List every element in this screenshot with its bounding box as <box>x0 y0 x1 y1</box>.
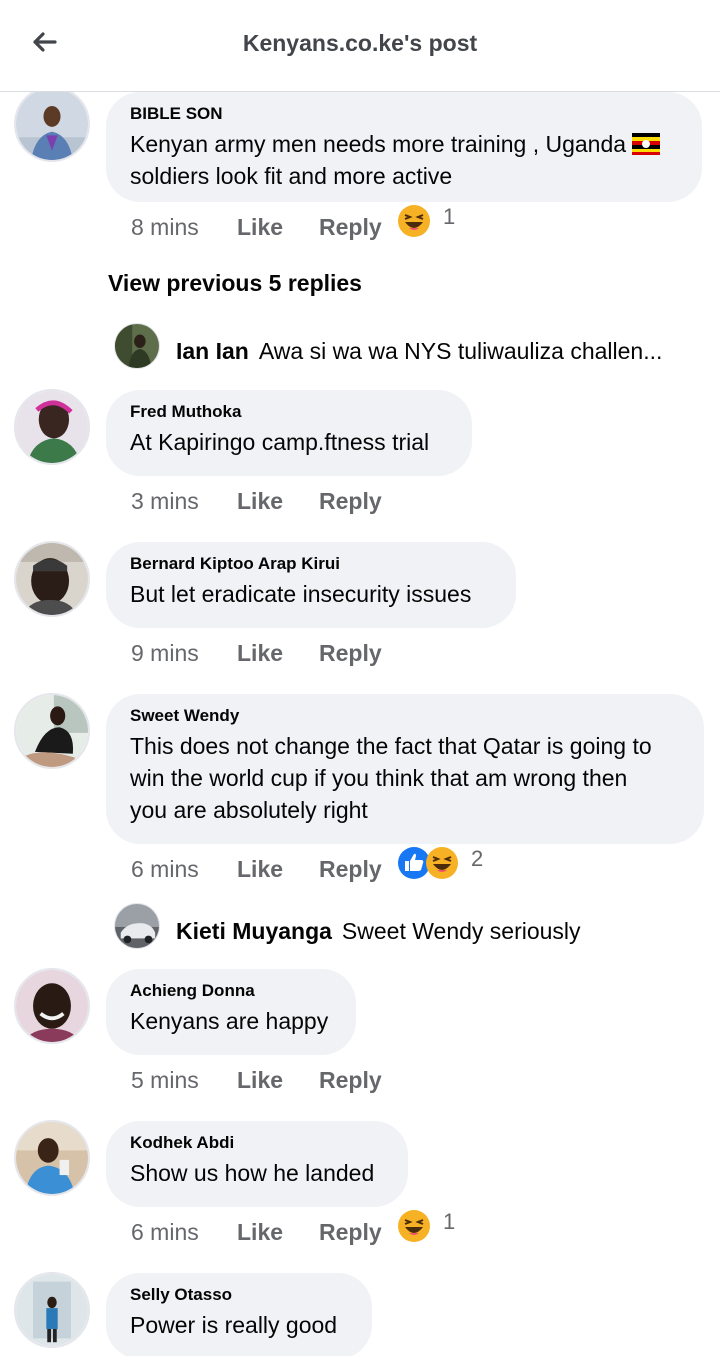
comment-bubble[interactable]: BIBLE SON Kenyan army men needs more tra… <box>106 92 702 202</box>
avatar-fred-muthoka[interactable] <box>14 389 90 465</box>
comment-bubble[interactable]: Selly Otasso Power is really good <box>106 1273 372 1356</box>
avatar-kieti-muyanga[interactable] <box>114 903 160 949</box>
reply-text: Sweet Wendy seriously <box>341 918 581 944</box>
reply-button[interactable]: Reply <box>319 1067 382 1094</box>
reaction-count: 1 <box>443 204 456 229</box>
like-button[interactable]: Like <box>237 640 283 667</box>
comment-text: But let eradicate insecurity issues <box>130 581 472 607</box>
avatar-ian-ian[interactable] <box>114 323 160 369</box>
comment-bubble[interactable]: Kodhek Abdi Show us how he landed <box>106 1121 408 1207</box>
view-previous-replies-link[interactable]: View previous 5 replies <box>108 270 362 297</box>
haha-reaction-icon <box>426 847 458 879</box>
like-button[interactable]: Like <box>237 1067 283 1094</box>
commenter-name[interactable]: Kodhek Abdi <box>130 1133 384 1153</box>
uganda-flag-icon <box>632 133 661 155</box>
comment-bubble[interactable]: Fred Muthoka At Kapiringo camp.ftness tr… <box>106 390 472 476</box>
reply-button[interactable]: Reply <box>319 856 382 883</box>
comment-bubble[interactable]: Sweet Wendy This does not change the fac… <box>106 694 704 844</box>
reply-button[interactable]: Reply <box>319 640 382 667</box>
comment-time: 6 mins <box>131 856 199 882</box>
reactions-summary[interactable]: 1 <box>397 204 455 238</box>
commenter-name[interactable]: Bernard Kiptoo Arap Kirui <box>130 554 492 574</box>
reply-button[interactable]: Reply <box>319 214 382 241</box>
avatar-selly-otasso[interactable] <box>14 1272 90 1348</box>
avatar-kodhek-abdi[interactable] <box>14 1120 90 1196</box>
commenter-name[interactable]: Sweet Wendy <box>130 706 680 726</box>
comment-bubble[interactable]: Bernard Kiptoo Arap Kirui But let eradic… <box>106 542 516 628</box>
reply-snippet[interactable]: Kieti Muyanga Sweet Wendy seriously <box>176 918 696 950</box>
commenter-name[interactable]: BIBLE SON <box>130 104 678 124</box>
reactions-summary[interactable]: 2 <box>397 846 483 880</box>
comment-text: This does not change the fact that Qatar… <box>130 733 652 823</box>
reaction-count: 2 <box>471 846 484 871</box>
commenter-name[interactable]: Selly Otasso <box>130 1285 348 1305</box>
reply-author-name[interactable]: Ian Ian <box>176 338 249 364</box>
comment-time: 3 mins <box>131 488 199 514</box>
post-header: Kenyans.co.ke's post <box>0 0 720 92</box>
commenter-name[interactable]: Achieng Donna <box>130 981 332 1001</box>
reply-button[interactable]: Reply <box>319 488 382 515</box>
reply-button[interactable]: Reply <box>319 1219 382 1246</box>
avatar-sweet-wendy[interactable] <box>14 693 90 769</box>
reply-text: Awa si wa wa NYS tuliwauliza challen... <box>258 338 663 364</box>
comment-text: Show us how he landed <box>130 1160 375 1186</box>
like-button[interactable]: Like <box>237 856 283 883</box>
haha-reaction-icon <box>398 205 430 237</box>
like-button[interactable]: Like <box>237 1219 283 1246</box>
comment-text: At Kapiringo camp.ftness trial <box>130 429 430 455</box>
commenter-name[interactable]: Fred Muthoka <box>130 402 448 422</box>
reactions-summary[interactable]: 1 <box>397 1209 455 1243</box>
reaction-count: 1 <box>443 1209 456 1234</box>
comment-text: Kenyan army men needs more training , Ug… <box>130 128 678 192</box>
comment-text: Kenyans are happy <box>130 1008 329 1034</box>
page-title: Kenyans.co.ke's post <box>242 30 478 56</box>
comment-time: 6 mins <box>131 1219 199 1245</box>
comments-feed[interactable]: BIBLE SON Kenyan army men needs more tra… <box>0 0 720 1356</box>
comment-text: Power is really good <box>130 1312 338 1338</box>
avatar-bible-son[interactable] <box>14 86 90 162</box>
reply-snippet[interactable]: Ian Ian Awa si wa wa NYS tuliwauliza chal… <box>176 338 696 370</box>
avatar-achieng-donna[interactable] <box>14 968 90 1044</box>
comment-time: 8 mins <box>131 214 199 240</box>
avatar-bernard-kiptoo[interactable] <box>14 541 90 617</box>
like-button[interactable]: Like <box>237 214 283 241</box>
comment-time: 9 mins <box>131 640 199 666</box>
comment-time: 5 mins <box>131 1067 199 1093</box>
like-button[interactable]: Like <box>237 488 283 515</box>
haha-reaction-icon <box>398 1210 430 1242</box>
reply-author-name[interactable]: Kieti Muyanga <box>176 918 332 944</box>
comment-bubble[interactable]: Achieng Donna Kenyans are happy <box>106 969 356 1055</box>
